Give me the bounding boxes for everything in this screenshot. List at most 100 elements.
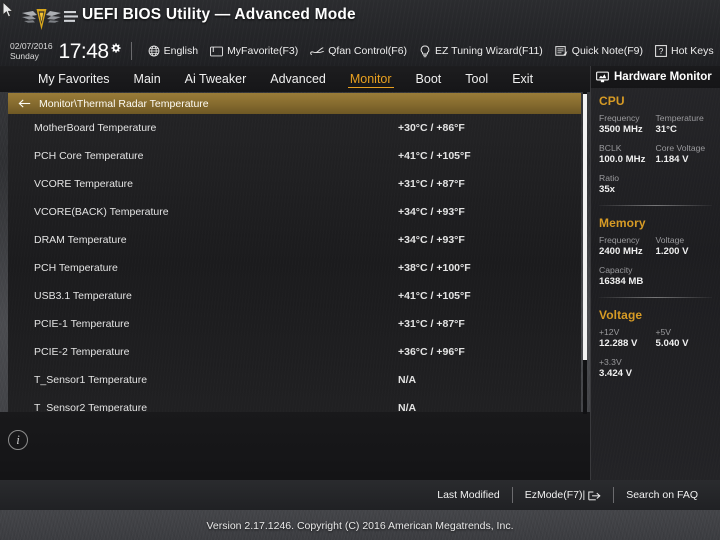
hw-value: 3.424 V xyxy=(599,368,633,379)
mouse-cursor-icon xyxy=(2,1,15,18)
toolbar-item-language[interactable]: English xyxy=(142,45,204,57)
hw-key: Temperature xyxy=(655,113,704,123)
table-row[interactable]: VCORE Temperature +31°C / +87°F xyxy=(8,170,581,198)
hw-key: Voltage xyxy=(655,235,685,245)
row-value: +31°C / +87°F xyxy=(398,178,465,190)
table-row[interactable]: MotherBoard Temperature +30°C / +86°F xyxy=(8,114,581,142)
row-label: T_Sensor2 Temperature xyxy=(34,402,148,412)
table-row[interactable]: PCH Temperature +38°C / +100°F xyxy=(8,254,581,282)
time-text: 17:48 xyxy=(58,39,110,63)
hw-item-memory-frequency: Frequency 2400 MHz xyxy=(599,235,656,258)
toolbar-item-qfan-control[interactable]: Qfan Control(F6) xyxy=(304,45,413,57)
toolbar-label-myfavorite: MyFavorite(F3) xyxy=(227,45,299,57)
hw-key: +3.3V xyxy=(599,357,622,367)
last-modified-label: Last Modified xyxy=(437,489,500,501)
table-row[interactable]: PCIE-1 Temperature +31°C / +87°F xyxy=(8,310,581,338)
info-glyph: i xyxy=(16,432,20,447)
scrollbar-thumb[interactable] xyxy=(583,94,587,360)
arrow-left-icon[interactable] xyxy=(18,98,31,109)
tab-tool[interactable]: Tool xyxy=(453,66,500,92)
hw-item-cpu-temperature: Temperature 31°C xyxy=(656,113,713,136)
hw-grid-cpu: Frequency 3500 MHz Temperature 31°C BCLK… xyxy=(599,113,712,203)
tab-main[interactable]: Main xyxy=(122,66,173,92)
row-value: +31°C / +87°F xyxy=(398,318,465,330)
hw-section-title-voltage: Voltage xyxy=(599,308,643,322)
hw-key: Core Voltage xyxy=(655,143,706,153)
hw-section-title-memory: Memory xyxy=(599,216,646,230)
breadcrumb[interactable]: Monitor\Thermal Radar Temperature xyxy=(8,93,581,114)
row-value: +41°C / +105°F xyxy=(398,150,471,162)
row-label: VCORE Temperature xyxy=(34,178,134,190)
hw-item-cpu-frequency: Frequency 3500 MHz xyxy=(599,113,656,136)
last-modified-button[interactable]: Last Modified xyxy=(425,489,511,501)
hw-section-memory: Memory Frequency 2400 MHz Voltage 1.200 … xyxy=(591,210,720,295)
question-box-icon: ? xyxy=(655,45,667,57)
page-title: UEFI BIOS Utility — Advanced Mode xyxy=(82,6,356,23)
row-label: PCIE-2 Temperature xyxy=(34,346,130,358)
title-row: UEFI BIOS Utility — Advanced Mode xyxy=(0,0,720,36)
table-row[interactable]: USB3.1 Temperature +41°C / +105°F xyxy=(8,282,581,310)
toolbar-label-ez-tuning-wizard: EZ Tuning Wizard(F11) xyxy=(435,45,543,57)
tab-advanced[interactable]: Advanced xyxy=(258,66,338,92)
table-row[interactable]: DRAM Temperature +34°C / +93°F xyxy=(8,226,581,254)
search-on-faq-label: Search on FAQ xyxy=(626,489,698,501)
gear-icon[interactable] xyxy=(110,42,121,54)
toolbar-divider xyxy=(130,42,132,60)
hw-value: 2400 MHz xyxy=(599,246,643,257)
hw-divider xyxy=(599,205,712,206)
ezmode-button[interactable]: EzMode(F7)| xyxy=(513,489,614,501)
hw-value: 1.200 V xyxy=(655,246,689,257)
fan-icon xyxy=(310,45,325,57)
hw-divider xyxy=(599,297,712,298)
hw-key: Capacity xyxy=(599,265,633,275)
hardware-monitor-header: Hardware Monitor xyxy=(591,66,720,88)
tab-monitor[interactable]: Monitor xyxy=(338,66,404,92)
info-icon[interactable]: i xyxy=(8,430,28,450)
hw-value: 3500 MHz xyxy=(599,124,643,135)
hw-key: BCLK xyxy=(599,143,622,153)
search-on-faq-button[interactable]: Search on FAQ xyxy=(614,489,710,501)
hw-value: 35x xyxy=(599,184,616,195)
hw-item-memory-capacity: Capacity 16384 MB xyxy=(599,265,712,288)
weekday-text: Sunday xyxy=(10,51,39,61)
tab-boot[interactable]: Boot xyxy=(404,66,454,92)
hw-item-voltage-12v: +12V 12.288 V xyxy=(599,327,656,350)
clock-block[interactable]: 02/07/2016 Sunday 17:48 xyxy=(0,41,121,62)
table-row[interactable]: VCORE(BACK) Temperature +34°C / +93°F xyxy=(8,198,581,226)
row-label: PCH Temperature xyxy=(34,262,118,274)
table-row[interactable]: T_Sensor1 Temperature N/A xyxy=(8,366,581,394)
monitor-icon xyxy=(596,71,609,83)
main-tab-bar: My Favorites Main Ai Tweaker Advanced Mo… xyxy=(0,66,590,92)
footer-action-bar: Last Modified EzMode(F7)| Search on FAQ xyxy=(0,480,720,510)
row-value: +34°C / +93°F xyxy=(398,206,465,218)
toolbar-item-quick-note[interactable]: Quick Note(F9) xyxy=(549,45,649,57)
hw-item-voltage-5v: +5V 5.040 V xyxy=(656,327,713,350)
toolbar-item-myfavorite[interactable]: MyFavorite(F3) xyxy=(204,45,304,57)
tab-ai-tweaker[interactable]: Ai Tweaker xyxy=(173,66,259,92)
hw-section-title-cpu: CPU xyxy=(599,94,625,108)
hw-grid-voltage: +12V 12.288 V +5V 5.040 V +3.3V 3.424 V xyxy=(599,327,712,387)
tab-exit[interactable]: Exit xyxy=(500,66,545,92)
row-label: VCORE(BACK) Temperature xyxy=(34,206,169,218)
header-bar: UEFI BIOS Utility — Advanced Mode 02/07/… xyxy=(0,0,720,66)
table-row[interactable]: PCH Core Temperature +41°C / +105°F xyxy=(8,142,581,170)
hw-key: Ratio xyxy=(599,173,620,183)
table-row[interactable]: T_Sensor2 Temperature N/A xyxy=(8,394,581,412)
row-value: +38°C / +100°F xyxy=(398,262,471,274)
footer: Last Modified EzMode(F7)| Search on FAQ … xyxy=(0,480,720,540)
hw-value: 5.040 V xyxy=(655,338,689,349)
hw-value: 1.184 V xyxy=(655,154,689,165)
hw-item-memory-voltage: Voltage 1.200 V xyxy=(656,235,713,258)
row-value: +36°C / +96°F xyxy=(398,346,465,358)
toolbar-item-hot-keys[interactable]: ? Hot Keys xyxy=(649,45,720,57)
toolbar-item-ez-tuning-wizard[interactable]: EZ Tuning Wizard(F11) xyxy=(413,44,549,58)
bookmark-icon xyxy=(210,46,223,57)
table-row[interactable]: PCIE-2 Temperature +36°C / +96°F xyxy=(8,338,581,366)
hw-value: 12.288 V xyxy=(599,338,638,349)
version-text: Version 2.17.1246. Copyright (C) 2016 Am… xyxy=(206,520,514,532)
content-lower-pad xyxy=(0,412,590,480)
hw-item-cpu-core-voltage: Core Voltage 1.184 V xyxy=(656,143,713,166)
row-label: PCH Core Temperature xyxy=(34,150,144,162)
hw-key: Frequency xyxy=(599,235,640,245)
tab-my-favorites[interactable]: My Favorites xyxy=(26,66,122,92)
